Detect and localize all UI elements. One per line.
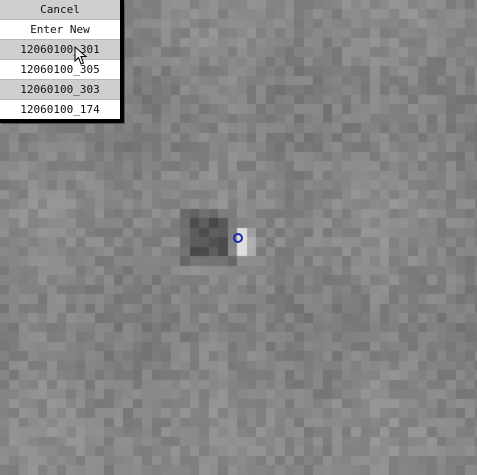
- popup-menu: Cancel Enter New 12060100_301 12060100_3…: [0, 0, 124, 123]
- menu-item-object-301[interactable]: 12060100_301: [0, 40, 120, 60]
- menu-item-object-174[interactable]: 12060100_174: [0, 100, 120, 119]
- target-circle-icon[interactable]: [233, 233, 243, 243]
- menu-item-object-305[interactable]: 12060100_305: [0, 60, 120, 80]
- mouse-pointer-icon: [74, 46, 88, 65]
- menu-item-object-303[interactable]: 12060100_303: [0, 80, 120, 100]
- menu-item-enter-new[interactable]: Enter New: [0, 20, 120, 40]
- menu-item-cancel[interactable]: Cancel: [0, 0, 120, 20]
